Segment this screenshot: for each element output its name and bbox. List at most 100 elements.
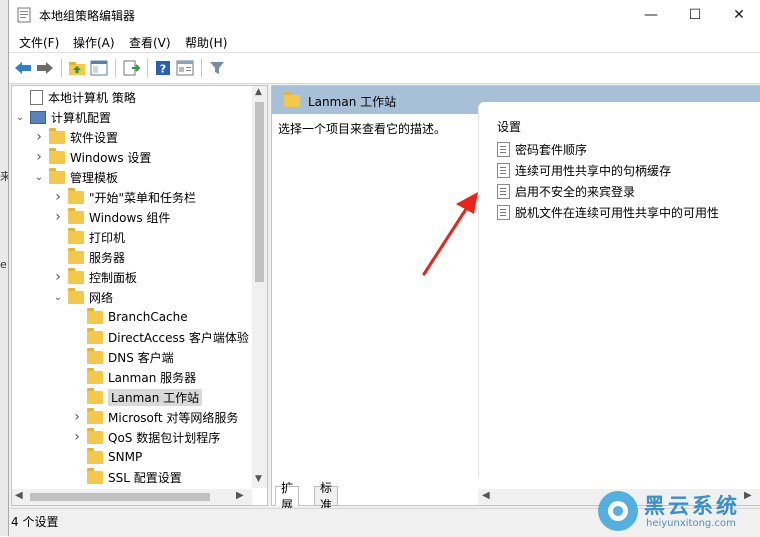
tree-item-label: 管理模板 <box>70 170 119 185</box>
chevron-right-icon[interactable]: › <box>71 429 83 445</box>
back-button[interactable] <box>13 58 33 78</box>
export-list-icon <box>123 60 140 76</box>
tree-hscroll-thumb[interactable] <box>30 493 210 501</box>
tree-item[interactable]: BranchCache <box>71 307 188 326</box>
tree-item[interactable]: DirectAccess 客户端体验 <box>71 327 249 346</box>
setting-label: 连续可用性共享中的句柄缓存 <box>515 163 672 178</box>
tree-item-label: DNS 客户端 <box>108 350 174 365</box>
help-button[interactable]: ? <box>153 58 173 78</box>
scroll-down-icon[interactable]: ▼ <box>255 474 262 484</box>
setting-row[interactable]: 脱机文件在连续可用性共享中的可用性 <box>497 203 719 221</box>
tree-item[interactable]: › "开始"菜单和任务栏 <box>52 187 196 206</box>
chevron-down-icon[interactable]: ⌄ <box>14 112 26 123</box>
folder-icon <box>284 92 300 107</box>
chevron-right-icon[interactable]: › <box>33 129 45 145</box>
setting-row[interactable]: 连续可用性共享中的句柄缓存 <box>497 161 671 179</box>
tree-item[interactable]: SNMP <box>71 447 142 466</box>
properties-button[interactable] <box>175 58 195 78</box>
folder-icon <box>87 447 103 464</box>
export-list-button[interactable] <box>121 58 141 78</box>
setting-row[interactable]: 密码套件顺序 <box>497 140 587 158</box>
properties-icon <box>176 60 194 76</box>
tree-item-label: Lanman 服务器 <box>108 370 197 385</box>
menu-file[interactable]: 文件(F) <box>19 34 59 51</box>
forward-icon <box>37 62 53 74</box>
toolbar-separator <box>61 59 62 77</box>
tree-item[interactable]: › 软件设置 <box>33 127 119 146</box>
tree-item[interactable]: 本地计算机 策略 <box>14 88 136 106</box>
tree-item[interactable]: DNS 客户端 <box>71 347 174 366</box>
scroll-up-icon[interactable]: ▲ <box>255 87 262 97</box>
tree-item[interactable]: ⌄ 管理模板 <box>33 167 119 186</box>
folder-icon <box>87 407 103 424</box>
tree-item[interactable]: ⌄ 网络 <box>52 287 113 306</box>
tree-scroll-thumb[interactable] <box>255 102 264 282</box>
tree-item-label: BranchCache <box>108 310 188 324</box>
tree-item-label: Windows 设置 <box>70 150 152 165</box>
setting-row[interactable]: 启用不安全的来宾登录 <box>497 182 635 200</box>
tree-item[interactable]: › 控制面板 <box>52 267 138 286</box>
tree-item[interactable]: › QoS 数据包计划程序 <box>71 427 220 446</box>
tree-item[interactable]: › Windows 组件 <box>52 207 170 226</box>
setting-label: 密码套件顺序 <box>515 142 588 157</box>
tree-item[interactable]: › Microsoft 对等网络服务 <box>71 407 238 426</box>
gpedit-window: 本地组策略编辑器 — ☐ ✕ 文件(F) 操作(A) 查看(V) 帮助(H) ? <box>8 0 760 537</box>
tree-item-label: Lanman 工作站 <box>108 388 203 406</box>
settings-column-header[interactable]: 设置 <box>497 118 521 135</box>
menu-action[interactable]: 操作(A) <box>73 34 115 51</box>
scroll-left-icon[interactable]: ◀ <box>15 490 23 501</box>
tree-item[interactable]: Lanman 工作站 <box>71 387 203 406</box>
chevron-right-icon[interactable]: › <box>52 269 64 285</box>
show-hide-tree-icon <box>90 60 108 76</box>
chevron-down-icon[interactable]: ⌄ <box>33 172 45 183</box>
gpedit-app-icon <box>17 7 31 23</box>
tab-standard[interactable]: 标准 <box>314 481 339 512</box>
chevron-right-icon[interactable]: › <box>52 189 64 205</box>
details-pane: Lanman 工作站 选择一个项目来查看它的描述。 设置 密码套件顺序 连续可用性… <box>271 85 760 506</box>
red-arrow-annotation <box>422 192 478 276</box>
tree-item[interactable]: › Windows 设置 <box>33 147 152 166</box>
tree-item-label: 软件设置 <box>70 130 119 145</box>
menu-view[interactable]: 查看(V) <box>129 34 171 51</box>
tree-item-label: 本地计算机 策略 <box>48 90 136 105</box>
folder-icon <box>68 287 84 304</box>
up-folder-icon <box>69 62 85 75</box>
chevron-right-icon[interactable]: › <box>71 409 83 425</box>
policy-doc-icon <box>30 89 43 105</box>
policy-setting-icon <box>497 204 510 220</box>
tree-item-label: DirectAccess 客户端体验 <box>108 330 249 345</box>
folder-icon <box>87 467 103 484</box>
folder-icon <box>68 267 84 284</box>
tree-vertical-scrollbar[interactable]: ▲ ▼ <box>252 86 267 488</box>
folder-icon <box>68 207 84 224</box>
chevron-right-icon[interactable]: › <box>52 209 64 225</box>
menu-help[interactable]: 帮助(H) <box>185 34 227 51</box>
tree-item[interactable]: 服务器 <box>52 247 125 266</box>
menu-bar: 文件(F) 操作(A) 查看(V) 帮助(H) <box>9 30 760 53</box>
close-button[interactable]: ✕ <box>717 0 760 30</box>
chevron-down-icon[interactable]: ⌄ <box>52 292 64 303</box>
minimize-button[interactable]: — <box>629 0 673 30</box>
folder-icon <box>87 367 103 384</box>
tree-item-label: 控制面板 <box>89 270 138 285</box>
chevron-right-icon[interactable]: › <box>33 149 45 165</box>
tab-extended[interactable]: 扩展 <box>275 481 300 512</box>
tree-item[interactable]: ⌄ 计算机配置 <box>14 108 111 126</box>
policy-tree-pane[interactable]: 本地计算机 策略 ⌄ 计算机配置 › 软件设置 › Windows 设置 ⌄ 管理模板 › "开始"… <box>11 85 268 506</box>
tree-item[interactable]: 打印机 <box>52 227 125 246</box>
filter-button[interactable] <box>207 58 227 78</box>
description-text: 选择一个项目来查看它的描述。 <box>278 122 447 136</box>
tree-horizontal-scrollbar[interactable]: ◀ ▶ <box>12 489 252 505</box>
maximize-button[interactable]: ☐ <box>673 0 717 30</box>
scroll-left-icon[interactable]: ◀ <box>482 490 490 501</box>
folder-icon <box>87 347 103 364</box>
folder-icon <box>87 427 103 444</box>
tree-item[interactable]: SSL 配置设置 <box>71 467 182 486</box>
folder-icon <box>68 247 84 264</box>
scroll-right-icon[interactable]: ▶ <box>236 490 244 501</box>
tree-item[interactable]: Lanman 服务器 <box>71 367 197 386</box>
up-one-level-button[interactable] <box>67 58 87 78</box>
show-hide-tree-button[interactable] <box>89 58 109 78</box>
forward-button[interactable] <box>35 58 55 78</box>
folder-icon <box>68 187 84 204</box>
